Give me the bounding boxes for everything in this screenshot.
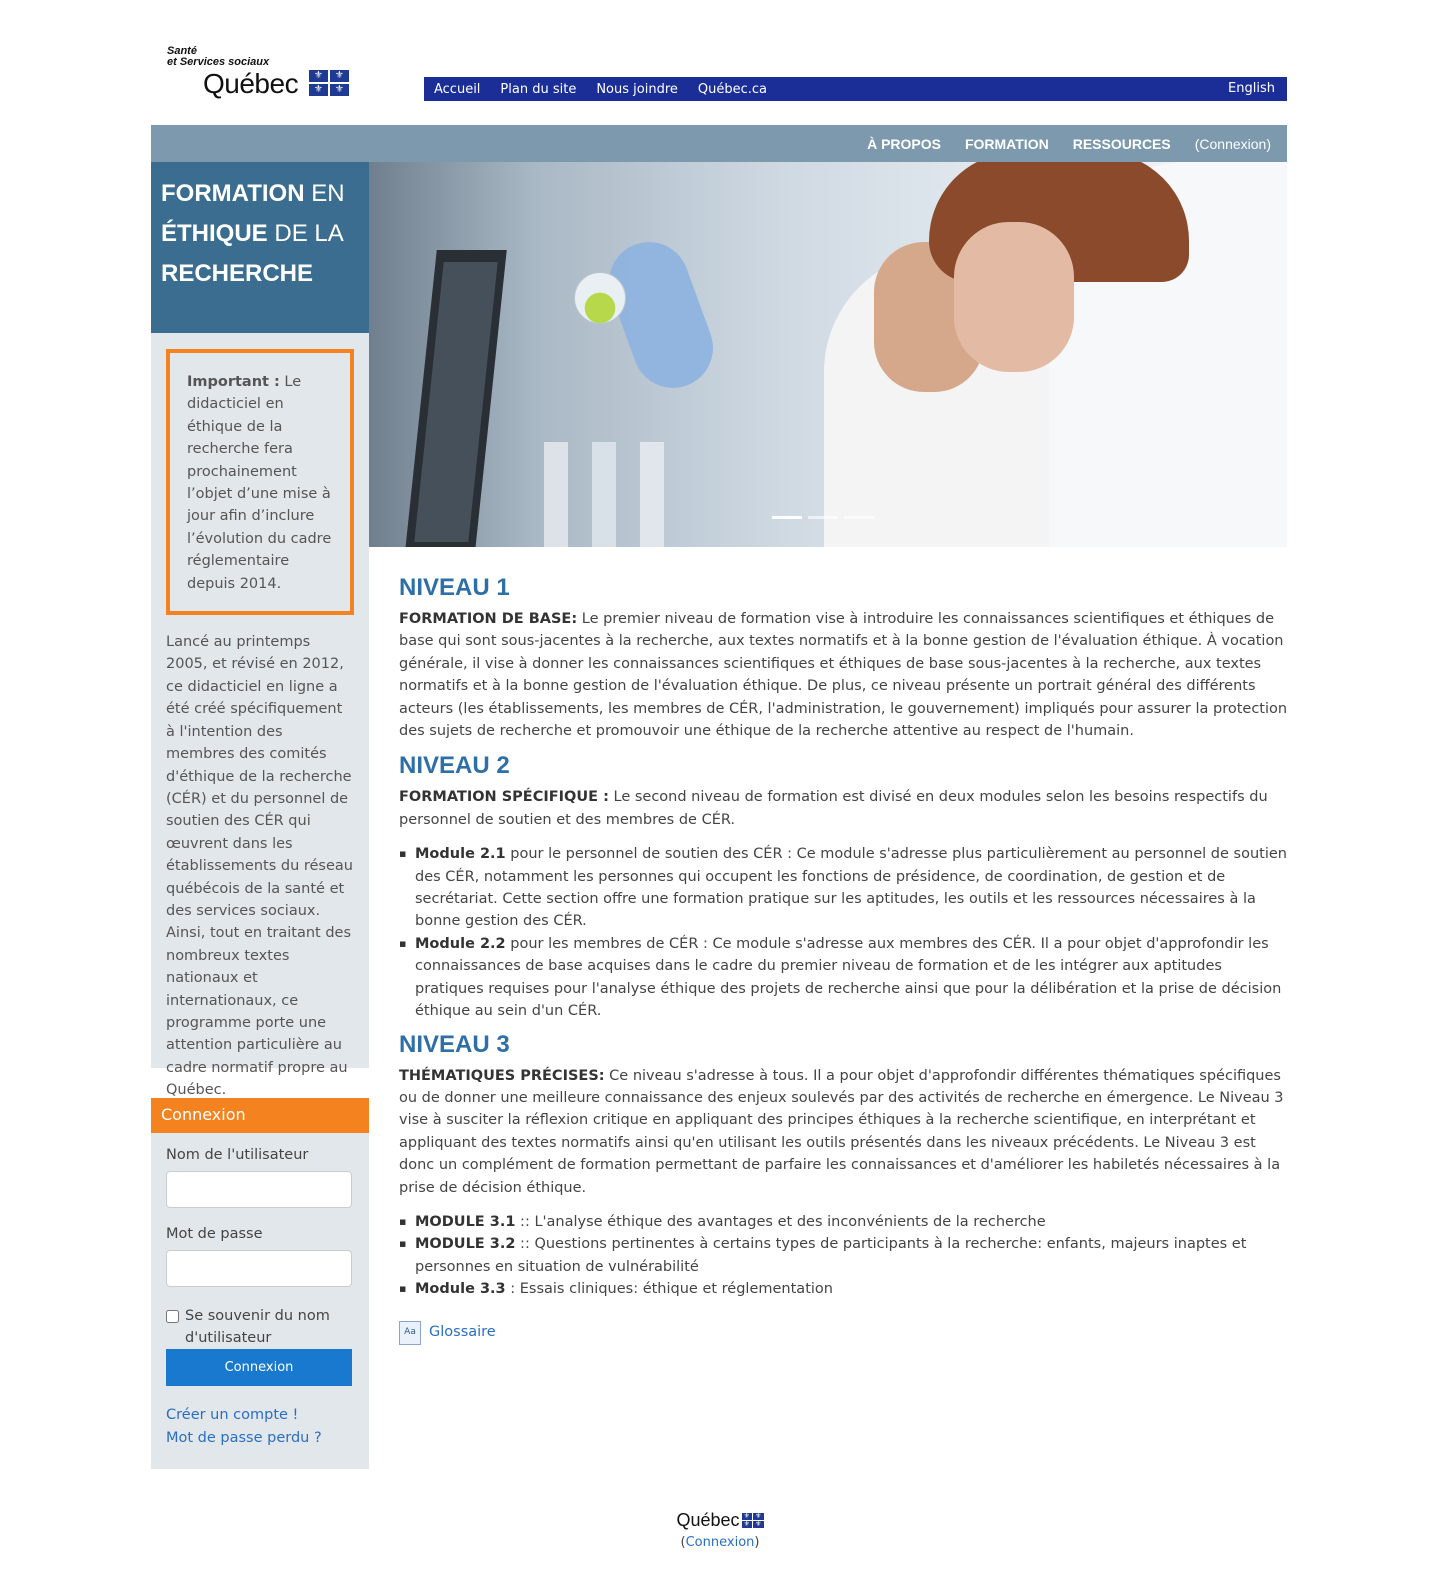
glossary-link-row: Aa Glossaire (399, 1320, 1289, 1345)
info-panel: Important : Le didacticiel en éthique de… (151, 333, 369, 1098)
site-title: FORMATION EN ÉTHIQUE DE LA RECHERCHE (161, 180, 345, 287)
important-text: Le didacticiel en éthique de la recherch… (187, 374, 332, 592)
language-switch-english[interactable]: English (1228, 81, 1275, 96)
left-sidebar: FORMATION EN ÉTHIQUE DE LA RECHERCHE Imp… (151, 162, 369, 1469)
topnav-accueil[interactable]: Accueil (434, 82, 480, 97)
footer-quebec-logo[interactable]: Québec ⚜ ⚜ ⚜ ⚜ (676, 1510, 764, 1531)
niveau-3-text: THÉMATIQUES PRÉCISES: Ce niveau s'adress… (399, 1067, 1284, 1196)
slide-indicator-1[interactable] (772, 516, 802, 519)
logo-quebec-text: Québec (203, 68, 299, 99)
footer: Québec ⚜ ⚜ ⚜ ⚜ (Connexion) (0, 1510, 1440, 1550)
niveau-2-modules: Module 2.1 pour le personnel de soutien … (399, 843, 1289, 1022)
quebec-flag-icon: ⚜ ⚜ ⚜ ⚜ (309, 70, 349, 96)
glossary-icon: Aa (399, 1320, 421, 1345)
niveau-3-section: NIVEAU 3 THÉMATIQUES PRÉCISES: Ce niveau… (399, 1031, 1289, 1301)
test-tubes-shape (544, 442, 704, 547)
mainnav-formation[interactable]: FORMATION (965, 136, 1049, 152)
username-label: Nom de l'utilisateur (166, 1147, 309, 1163)
niveau-2-section: NIVEAU 2 FORMATION SPÉCIFIQUE : Le secon… (399, 752, 1289, 1022)
top-navigation: Accueil Plan du site Nous joindre Québec… (424, 77, 1287, 101)
list-item: Module 2.1 pour le personnel de soutien … (399, 843, 1289, 933)
login-block-title: Connexion (151, 1098, 369, 1133)
list-item: MODULE 3.2 :: Questions pertinentes à ce… (399, 1233, 1289, 1278)
niveau-3-modules: MODULE 3.1 :: L'analyse éthique des avan… (399, 1211, 1289, 1301)
main-navigation: À PROPOS FORMATION RESSOURCES (Connexion… (151, 125, 1287, 162)
niveau-2-text: FORMATION SPÉCIFIQUE : Le second niveau … (399, 789, 1268, 828)
slide-indicator-2[interactable] (808, 516, 838, 519)
flask-icon (574, 272, 626, 324)
remember-username: Se souvenir du nom d'utilisateur (166, 1305, 354, 1349)
important-label: Important : (187, 374, 280, 390)
username-input[interactable] (166, 1171, 352, 1208)
mainnav-ressources[interactable]: RESSOURCES (1073, 136, 1171, 152)
researcher-woman-face-shape (954, 222, 1074, 372)
main-content: NIVEAU 1 FORMATION DE BASE: Le premier n… (399, 574, 1289, 1345)
about-text: Lancé au printemps 2005, et révisé en 20… (166, 634, 353, 1099)
password-label: Mot de passe (166, 1226, 263, 1242)
niveau-3-heading: NIVEAU 3 (399, 1030, 510, 1058)
mainnav-connexion[interactable]: (Connexion) (1195, 136, 1271, 152)
topnav-nous-joindre[interactable]: Nous joindre (596, 82, 678, 97)
create-account-link[interactable]: Créer un compte ! (166, 1404, 354, 1427)
slide-indicator-3[interactable] (844, 516, 874, 519)
hero-slideshow-image (369, 162, 1287, 547)
topnav-plan-du-site[interactable]: Plan du site (500, 82, 576, 97)
mainnav-a-propos[interactable]: À PROPOS (867, 136, 941, 152)
quebec-logo[interactable]: Santé et Services sociaux Québec ⚜ ⚜ ⚜ ⚜ (167, 46, 349, 102)
footer-connexion-link[interactable]: Connexion (686, 1535, 755, 1550)
slider-indicators (772, 516, 874, 519)
topnav-quebec-ca[interactable]: Québec.ca (698, 82, 767, 97)
list-item: Module 3.3 : Essais cliniques: éthique e… (399, 1278, 1289, 1301)
niveau-1-section: NIVEAU 1 FORMATION DE BASE: Le premier n… (399, 574, 1289, 742)
login-links: Créer un compte ! Mot de passe perdu ? (166, 1404, 354, 1450)
remember-username-label: Se souvenir du nom d'utilisateur (185, 1308, 330, 1346)
list-item: MODULE 3.1 :: L'analyse éthique des avan… (399, 1211, 1289, 1234)
site-title-box[interactable]: FORMATION EN ÉTHIQUE DE LA RECHERCHE (151, 162, 369, 333)
login-submit-button[interactable]: Connexion (166, 1349, 352, 1386)
glossary-link[interactable]: Glossaire (429, 1321, 496, 1343)
lost-password-link[interactable]: Mot de passe perdu ? (166, 1427, 354, 1450)
remember-username-checkbox[interactable] (166, 1310, 179, 1323)
password-input[interactable] (166, 1250, 352, 1287)
niveau-1-heading: NIVEAU 1 (399, 574, 510, 601)
logo-line-2: et Services sociaux (167, 56, 270, 68)
niveau-1-text: FORMATION DE BASE: Le premier niveau de … (399, 611, 1288, 740)
quebec-flag-icon: ⚜ ⚜ ⚜ ⚜ (741, 1513, 764, 1528)
list-item: Module 2.2 pour les membres de CÉR : Ce … (399, 933, 1289, 1023)
important-notice: Important : Le didacticiel en éthique de… (166, 349, 354, 616)
login-form: Nom de l'utilisateur Mot de passe Se sou… (151, 1133, 369, 1469)
niveau-2-heading: NIVEAU 2 (399, 752, 510, 780)
footer-login: (Connexion) (680, 1535, 760, 1550)
